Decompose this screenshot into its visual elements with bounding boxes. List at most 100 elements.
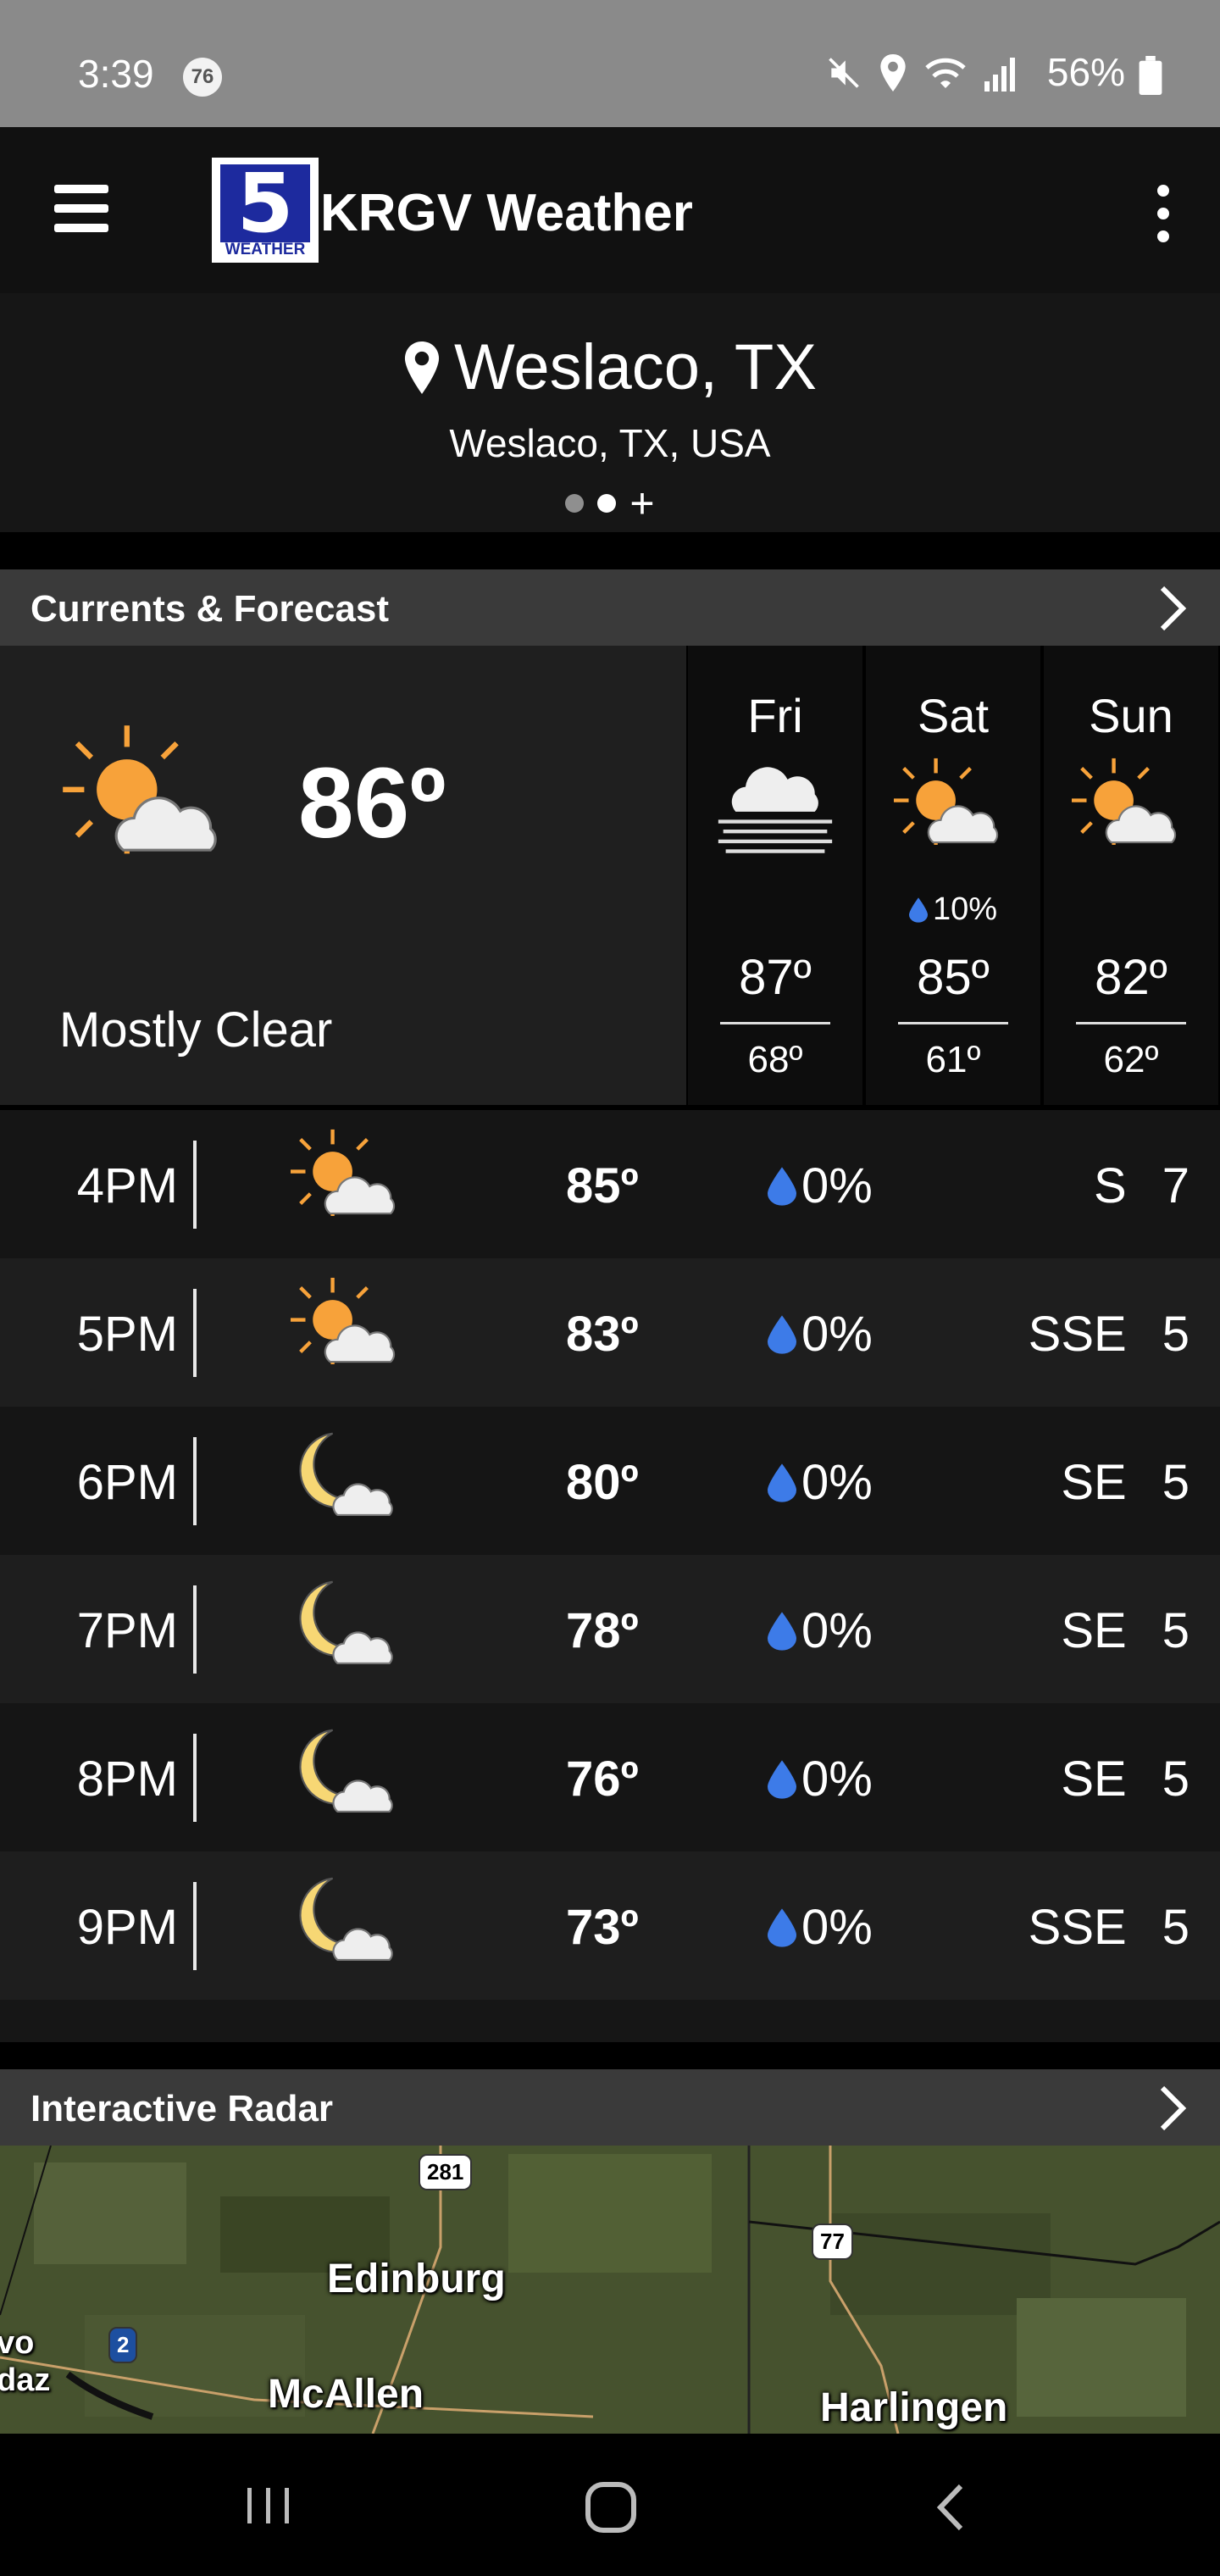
status-bar: 3:39 76 56% xyxy=(0,0,1220,127)
map-label-mcallen: McAllen xyxy=(268,2372,424,2417)
forecast-day-sat[interactable]: Sat 10% 85º 61º xyxy=(866,646,1040,1105)
status-time: 3:39 xyxy=(78,52,154,96)
forecast-high: 87º xyxy=(739,950,812,1005)
section-spacer xyxy=(0,2000,1220,2042)
moon-cloud-icon xyxy=(288,1424,412,1546)
hour-precip-value: 0% xyxy=(801,1307,873,1362)
battery-icon xyxy=(1139,56,1162,95)
forecast-low: 62º xyxy=(1103,1039,1159,1080)
raindrop-icon xyxy=(768,1463,796,1502)
signal-icon xyxy=(984,58,1015,92)
radar-map[interactable]: 281 2 77 Edinburg McAllen Harlingen vo d… xyxy=(0,2146,1220,2434)
raindrop-icon xyxy=(768,1166,796,1206)
forecast-high: 85º xyxy=(917,950,990,1005)
forecast-high: 82º xyxy=(1095,950,1167,1005)
forecast-day-fri[interactable]: Fri 87º 68º xyxy=(688,646,862,1105)
back-icon[interactable] xyxy=(932,2481,968,2534)
map-label-cut: vo xyxy=(0,2325,35,2361)
forecast-divider xyxy=(898,1022,1008,1024)
fog-icon xyxy=(713,756,837,862)
hour-wind-direction: SSE xyxy=(1028,1307,1127,1362)
overflow-menu-icon[interactable] xyxy=(1151,185,1176,242)
home-icon[interactable] xyxy=(585,2481,637,2534)
highway-shield: 281 xyxy=(419,2154,473,2190)
hour-divider xyxy=(193,1734,197,1822)
forecast-day-sun[interactable]: Sun 82º 62º xyxy=(1044,646,1218,1105)
raindrop-icon xyxy=(908,897,928,923)
hour-wind: SE 5 xyxy=(1061,1454,1190,1511)
chevron-right-icon xyxy=(1160,586,1187,631)
forecast-low: 68º xyxy=(747,1039,803,1080)
chevron-right-icon xyxy=(1160,2085,1187,2131)
pager-dot-active[interactable] xyxy=(597,494,617,513)
hourly-row[interactable]: 6PM 80º 0% SE 5 xyxy=(0,1407,1220,1555)
hour-time: 9PM xyxy=(76,1900,178,1955)
system-nav-bar xyxy=(0,2434,1220,2576)
hamburger-menu-icon[interactable] xyxy=(54,185,108,232)
hour-wind: SE 5 xyxy=(1061,1751,1190,1807)
interactive-radar-header[interactable]: Interactive Radar xyxy=(0,2069,1220,2146)
hour-precip-value: 0% xyxy=(801,1752,873,1807)
hour-precip-value: 0% xyxy=(801,1900,873,1955)
forecast-day-label: Sun xyxy=(1089,689,1173,742)
map-label-cut: daz xyxy=(0,2362,51,2398)
hour-precip-value: 0% xyxy=(801,1455,873,1510)
raindrop-icon xyxy=(768,1907,796,1947)
recent-apps-icon[interactable] xyxy=(242,2484,295,2527)
hour-time: 4PM xyxy=(76,1158,178,1213)
location-icon xyxy=(880,54,906,92)
battery-percent: 56% xyxy=(1046,50,1125,94)
app-bar: 5 WEATHER KRGV Weather xyxy=(0,127,1220,293)
hour-temp: 80º xyxy=(566,1455,639,1510)
hour-wind: SE 5 xyxy=(1061,1602,1190,1659)
current-temperature: 86º xyxy=(298,747,446,859)
hourly-row[interactable]: 8PM 76º 0% SE 5 xyxy=(0,1703,1220,1852)
moon-cloud-icon xyxy=(288,1572,412,1695)
hour-precip: 0% xyxy=(768,1158,873,1214)
interactive-radar-label: Interactive Radar xyxy=(30,2088,334,2129)
hour-wind-direction: SE xyxy=(1061,1752,1127,1807)
hour-time: 7PM xyxy=(76,1603,178,1658)
currents-forecast-header[interactable]: Currents & Forecast xyxy=(0,569,1220,646)
pager-dot[interactable] xyxy=(565,494,585,513)
forecast-precip-value: 10% xyxy=(932,891,998,927)
mute-icon xyxy=(829,58,859,88)
hourly-row[interactable]: 9PM 73º 0% SSE 5 xyxy=(0,1852,1220,2000)
highway-shield: 77 xyxy=(812,2223,853,2260)
hour-divider xyxy=(193,1289,197,1377)
hour-wind: SSE 5 xyxy=(1029,1306,1190,1363)
hourly-row[interactable]: 5PM 83º 0% SSE 5 xyxy=(0,1258,1220,1407)
hour-precip: 0% xyxy=(768,1602,873,1659)
add-location-icon[interactable]: + xyxy=(629,482,654,525)
wifi-icon xyxy=(925,58,966,88)
hour-precip: 0% xyxy=(768,1306,873,1363)
forecast-day-label: Fri xyxy=(747,689,803,742)
app-title: KRGV Weather xyxy=(320,184,693,242)
map-label-edinburg: Edinburg xyxy=(327,2257,506,2301)
hour-precip: 0% xyxy=(768,1454,873,1511)
hour-precip: 0% xyxy=(768,1751,873,1807)
hour-time: 6PM xyxy=(76,1455,178,1510)
partly-sunny-icon xyxy=(288,1127,412,1250)
forecast-precip: 10% xyxy=(866,891,1040,928)
hour-temp: 85º xyxy=(566,1158,639,1213)
current-conditions[interactable]: 86º Mostly Clear xyxy=(0,646,686,1105)
partly-sunny-icon xyxy=(59,722,237,904)
hour-wind-speed: 5 xyxy=(1162,1603,1190,1658)
hour-time: 8PM xyxy=(76,1752,178,1807)
hourly-row[interactable]: 4PM 85º 0% S 7 xyxy=(0,1110,1220,1258)
notification-badge: 76 xyxy=(183,58,222,97)
raindrop-icon xyxy=(768,1759,796,1799)
forecast-low: 61º xyxy=(925,1039,981,1080)
hour-wind: SSE 5 xyxy=(1029,1899,1190,1956)
map-label-harlingen: Harlingen xyxy=(820,2385,1008,2430)
hour-wind: S 7 xyxy=(1094,1158,1190,1214)
partly-sunny-icon xyxy=(1069,756,1193,879)
forecast-divider xyxy=(1076,1022,1186,1024)
hourly-row[interactable]: 7PM 78º 0% SE 5 xyxy=(0,1555,1220,1703)
krgv-logo: 5 WEATHER xyxy=(212,158,319,263)
moon-cloud-icon xyxy=(288,1720,412,1843)
hour-divider xyxy=(193,1141,197,1229)
hour-wind-direction: SSE xyxy=(1028,1900,1127,1955)
hour-wind-direction: S xyxy=(1094,1158,1127,1213)
